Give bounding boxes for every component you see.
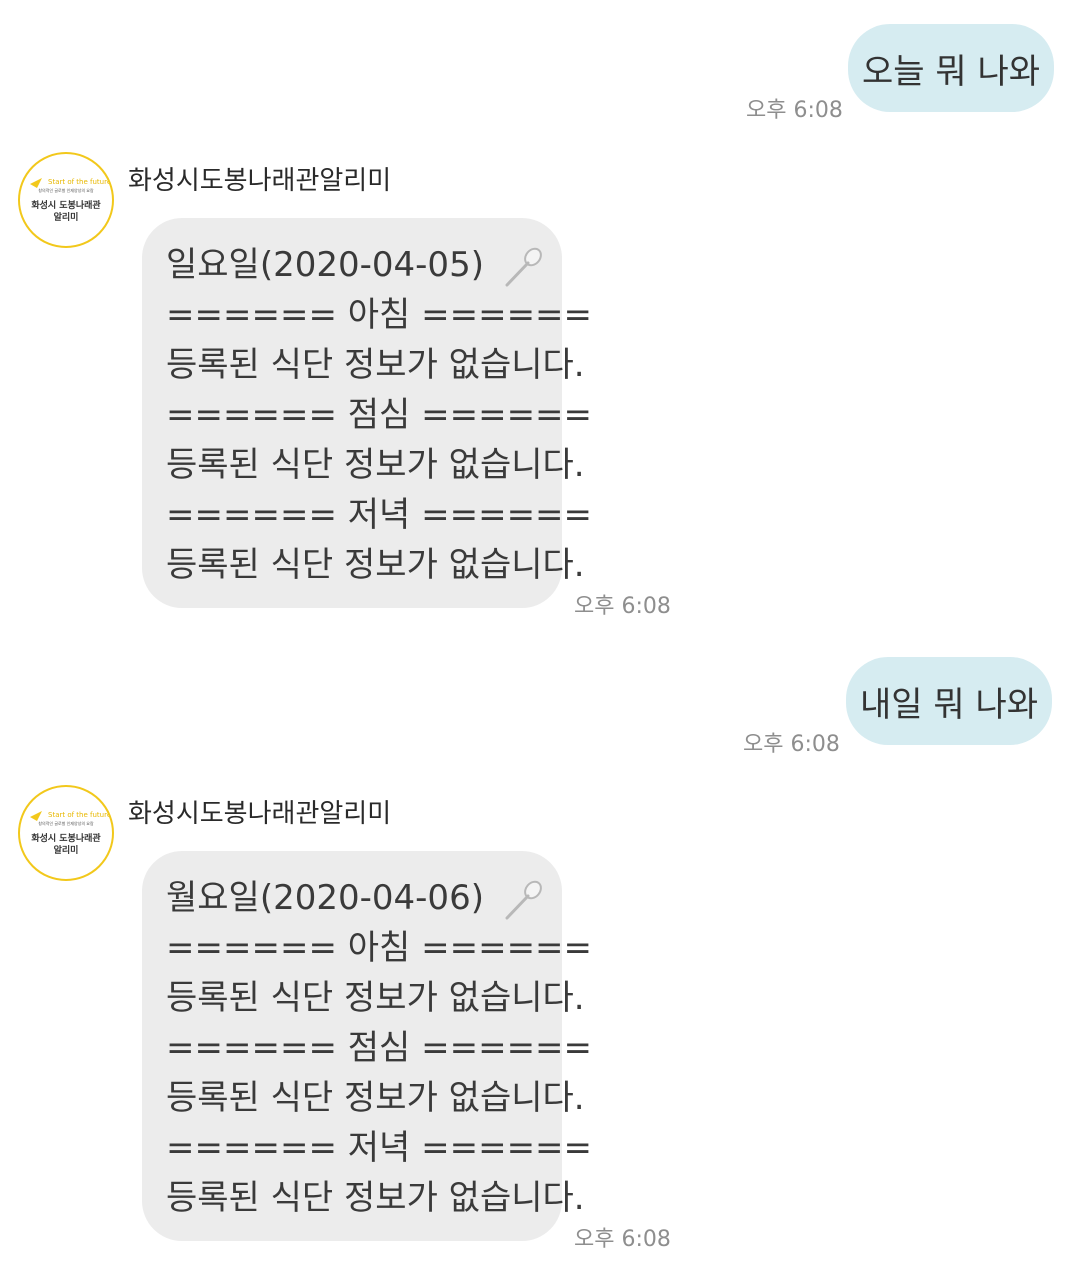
message-time: 오후 6:08 — [574, 594, 671, 619]
message-time: 오후 6:08 — [746, 98, 843, 123]
message-text: 오늘 뭐 나와 — [861, 51, 1040, 92]
meal-info: 등록된 식단 정보가 없습니다. — [166, 1178, 585, 1218]
avatar-tagline: Start of the future — [48, 178, 112, 186]
message-text: 내일 뭐 나와 — [859, 684, 1038, 725]
avatar-subtitle: 창의적인 글로벌 인재양성의 요람 — [38, 188, 94, 193]
spoon-icon — [505, 247, 542, 286]
message-bubble[interactable]: 일요일(2020-04-05) ====== 아침 ====== 등록된 식단 … — [142, 218, 593, 608]
avatar-subtitle: 창의적인 글로벌 인재양성의 요람 — [38, 821, 94, 826]
avatar[interactable]: Start of the future 창의적인 글로벌 인재양성의 요람 화성… — [18, 785, 114, 881]
message-line: 월요일(2020-04-06) — [166, 873, 562, 923]
meal-info: 등록된 식단 정보가 없습니다. — [166, 1078, 585, 1118]
message-bubble[interactable]: 오늘 뭐 나와 — [848, 24, 1054, 112]
avatar[interactable]: Start of the future 창의적인 글로벌 인재양성의 요람 화성… — [18, 152, 114, 248]
meal-header-lunch: ====== 점심 ====== — [166, 395, 593, 435]
meal-info: 등록된 식단 정보가 없습니다. — [166, 445, 585, 485]
meal-info: 등록된 식단 정보가 없습니다. — [166, 978, 585, 1018]
message-time: 오후 6:08 — [743, 732, 840, 757]
meal-header-dinner: ====== 저녁 ====== — [166, 1128, 593, 1168]
sender-name: 화성시도봉나래관알리미 — [128, 166, 392, 196]
meal-header-breakfast: ====== 아침 ====== — [166, 295, 593, 335]
spoon-icon — [505, 880, 542, 919]
menu-date: 월요일(2020-04-06) — [166, 878, 484, 918]
message-time: 오후 6:08 — [574, 1227, 671, 1252]
meal-header-breakfast: ====== 아침 ====== — [166, 928, 593, 968]
meal-info: 등록된 식단 정보가 없습니다. — [166, 545, 585, 585]
message-line: 일요일(2020-04-05) — [166, 240, 562, 290]
meal-header-dinner: ====== 저녁 ====== — [166, 495, 593, 535]
meal-header-lunch: ====== 점심 ====== — [166, 1028, 593, 1068]
meal-info: 등록된 식단 정보가 없습니다. — [166, 345, 585, 385]
menu-date: 일요일(2020-04-05) — [166, 245, 484, 285]
message-bubble[interactable]: 내일 뭐 나와 — [846, 657, 1052, 745]
sender-name: 화성시도봉나래관알리미 — [128, 799, 392, 829]
avatar-title-2: 알리미 — [53, 846, 79, 856]
avatar-tagline: Start of the future — [48, 811, 112, 819]
avatar-title-2: 알리미 — [53, 213, 79, 223]
message-bubble[interactable]: 월요일(2020-04-06) ====== 아침 ====== 등록된 식단 … — [142, 851, 593, 1241]
